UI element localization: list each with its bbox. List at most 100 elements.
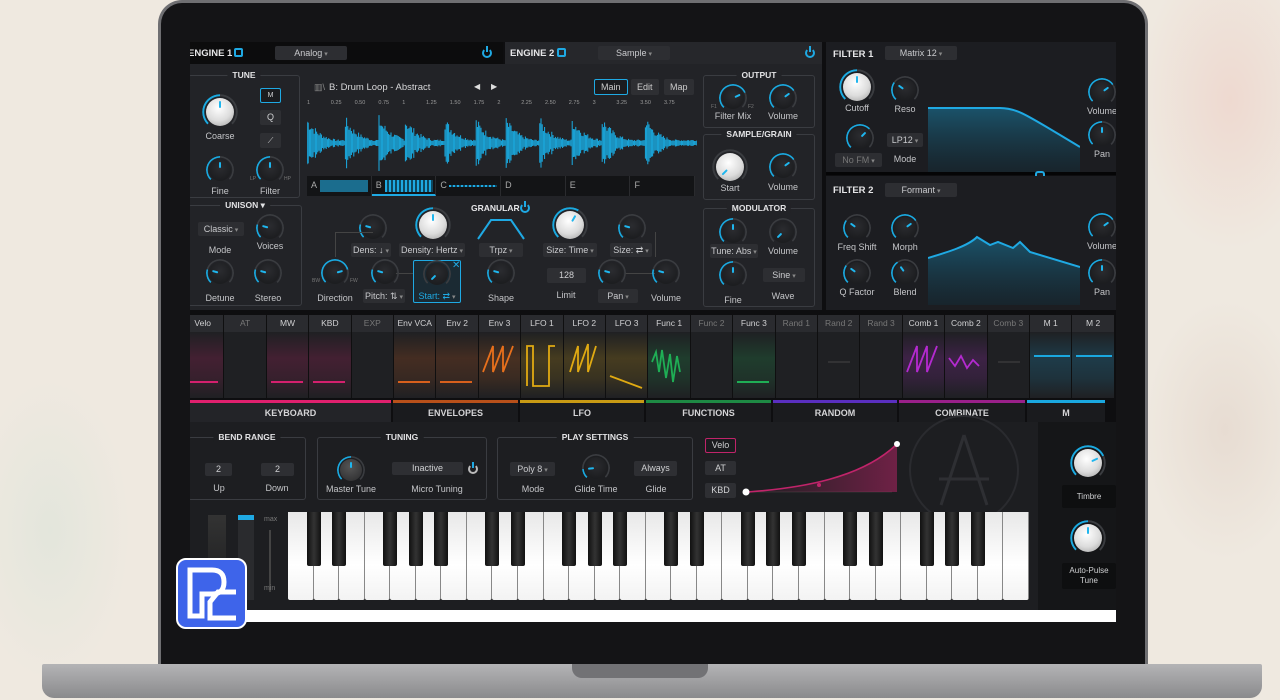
play-mode-dropdown[interactable]: Poly 8 xyxy=(510,462,555,476)
tab-random[interactable]: RANDOM xyxy=(773,400,897,422)
mod-source-func-2[interactable]: Func 2 xyxy=(690,315,734,398)
tab-envelopes[interactable]: ENVELOPES xyxy=(393,400,518,422)
copy-icon[interactable] xyxy=(234,48,243,57)
filter-mix-knob[interactable] xyxy=(722,87,744,109)
pitch-knob[interactable] xyxy=(374,262,396,284)
mod-source-lfo-3[interactable]: LFO 3 xyxy=(606,315,649,398)
at-curve-button[interactable]: AT xyxy=(705,461,736,475)
grain-shape-dropdown[interactable]: Trpz xyxy=(479,243,523,257)
auto-pulse-knob[interactable] xyxy=(1074,524,1102,552)
modulator-volume-knob[interactable] xyxy=(772,221,794,243)
coarse-knob[interactable] xyxy=(206,98,234,126)
sample-start-knob[interactable] xyxy=(716,153,744,181)
density-knob[interactable] xyxy=(419,211,447,239)
mod-source-exp[interactable]: EXP xyxy=(351,315,394,398)
sample-slot[interactable]: A xyxy=(307,176,372,196)
mod-source-func-1[interactable]: Func 1 xyxy=(648,315,691,398)
tune-mode-m-button[interactable]: M xyxy=(260,88,281,103)
stereo-knob[interactable] xyxy=(257,262,279,284)
filter-knob[interactable] xyxy=(259,159,281,181)
mod-source-comb-1[interactable]: Comb 1 xyxy=(902,315,946,398)
black-key[interactable] xyxy=(587,512,602,566)
glide-mode-field[interactable]: Always xyxy=(634,461,677,476)
mod-source-comb-3[interactable]: Comb 3 xyxy=(987,315,1030,398)
mod-source-env-vca[interactable]: Env VCA xyxy=(394,315,437,398)
granular-power-icon[interactable] xyxy=(520,201,530,213)
mod-source-m-2[interactable]: M 2 xyxy=(1072,315,1115,398)
detune-knob[interactable] xyxy=(209,262,231,284)
micro-tuning-field[interactable]: Inactive xyxy=(392,462,463,475)
mod-source-rand-1[interactable]: Rand 1 xyxy=(775,315,818,398)
tab-keyboard[interactable]: KEYBOARD xyxy=(190,400,391,422)
morph-knob[interactable] xyxy=(894,217,916,239)
tune-wand-button[interactable]: ⟋ xyxy=(260,133,281,148)
sample-browser-icon[interactable]: ▥\ xyxy=(314,82,325,93)
tab-main[interactable]: Main xyxy=(594,79,628,95)
fm-knob[interactable] xyxy=(849,127,871,149)
freq-shift-knob[interactable] xyxy=(846,217,868,239)
black-key[interactable] xyxy=(689,512,704,566)
filter2-volume-knob[interactable] xyxy=(1091,216,1113,238)
volume-knob[interactable] xyxy=(655,262,677,284)
cutoff-knob[interactable] xyxy=(843,73,871,101)
bend-down-field[interactable]: 2 xyxy=(261,463,294,476)
mod-source-lfo-1[interactable]: LFO 1 xyxy=(521,315,564,398)
bend-up-field[interactable]: 2 xyxy=(205,463,232,476)
mod-source-velo[interactable]: Velo xyxy=(190,315,225,398)
size-mod-knob[interactable] xyxy=(621,217,643,239)
mod-source-mw[interactable]: MW xyxy=(266,315,310,398)
black-key[interactable] xyxy=(383,512,398,566)
fm-dropdown[interactable]: No FM xyxy=(835,153,882,167)
black-key[interactable] xyxy=(434,512,449,566)
modulator-wave-dropdown[interactable]: Sine xyxy=(763,268,805,282)
filter2-pan-knob[interactable] xyxy=(1091,262,1113,284)
black-key[interactable] xyxy=(664,512,679,566)
mod-source-m-1[interactable]: M 1 xyxy=(1030,315,1073,398)
tab-map[interactable]: Map xyxy=(664,79,694,95)
sample-name[interactable]: B: Drum Loop - Abstract xyxy=(329,82,430,93)
black-key[interactable] xyxy=(510,512,525,566)
timbre-knob[interactable] xyxy=(1074,449,1102,477)
mod-source-kbd[interactable]: KBD xyxy=(309,315,352,398)
range-slider[interactable] xyxy=(269,530,271,592)
modulator-fine-knob[interactable] xyxy=(722,264,744,286)
filter1-response-curve[interactable] xyxy=(928,104,1080,172)
tab-edit[interactable]: Edit xyxy=(631,79,659,95)
engine1-type-dropdown[interactable]: Analog xyxy=(275,46,347,60)
pan-knob[interactable] xyxy=(601,262,623,284)
velo-curve-button[interactable]: Velo xyxy=(705,438,736,453)
tab-lfo[interactable]: LFO xyxy=(520,400,644,422)
white-key[interactable] xyxy=(1003,512,1029,600)
filter2-type-dropdown[interactable]: Formant xyxy=(885,183,957,197)
master-tune-knob[interactable] xyxy=(340,459,362,481)
pitch-dropdown[interactable]: Pitch: ⇅ xyxy=(363,289,405,303)
kbd-curve-button[interactable]: KBD xyxy=(705,483,736,498)
black-key[interactable] xyxy=(332,512,347,566)
black-key[interactable] xyxy=(919,512,934,566)
micro-tuning-power-icon[interactable] xyxy=(468,462,478,474)
mod-source-func-3[interactable]: Func 3 xyxy=(733,315,776,398)
pan-dropdown[interactable]: Pan xyxy=(598,289,638,303)
voices-knob[interactable] xyxy=(259,217,281,239)
fine-knob[interactable] xyxy=(209,159,231,181)
black-key[interactable] xyxy=(970,512,985,566)
modulator-tune-knob[interactable] xyxy=(722,221,744,243)
glide-time-knob[interactable] xyxy=(585,457,607,479)
filter1-volume-knob[interactable] xyxy=(1091,81,1113,103)
start-dropdown[interactable]: Start: ⇄ xyxy=(417,289,457,303)
shape-knob[interactable] xyxy=(490,262,512,284)
black-key[interactable] xyxy=(766,512,781,566)
q-factor-knob[interactable] xyxy=(846,262,868,284)
next-sample-icon[interactable]: ▶ xyxy=(491,82,497,91)
mod-source-rand-3[interactable]: Rand 3 xyxy=(860,315,903,398)
sample-waveform[interactable] xyxy=(307,112,697,174)
density-mod-knob[interactable] xyxy=(362,217,384,239)
black-key[interactable] xyxy=(792,512,807,566)
sample-slot[interactable]: B xyxy=(371,176,437,196)
black-key[interactable] xyxy=(306,512,321,566)
sample-volume-knob[interactable] xyxy=(772,156,794,178)
sample-slot[interactable]: D xyxy=(501,176,566,196)
dens-dropdown[interactable]: Dens: ↓ xyxy=(351,243,391,257)
copy-icon[interactable] xyxy=(557,48,566,57)
tab-functions[interactable]: FUNCTIONS xyxy=(646,400,771,422)
